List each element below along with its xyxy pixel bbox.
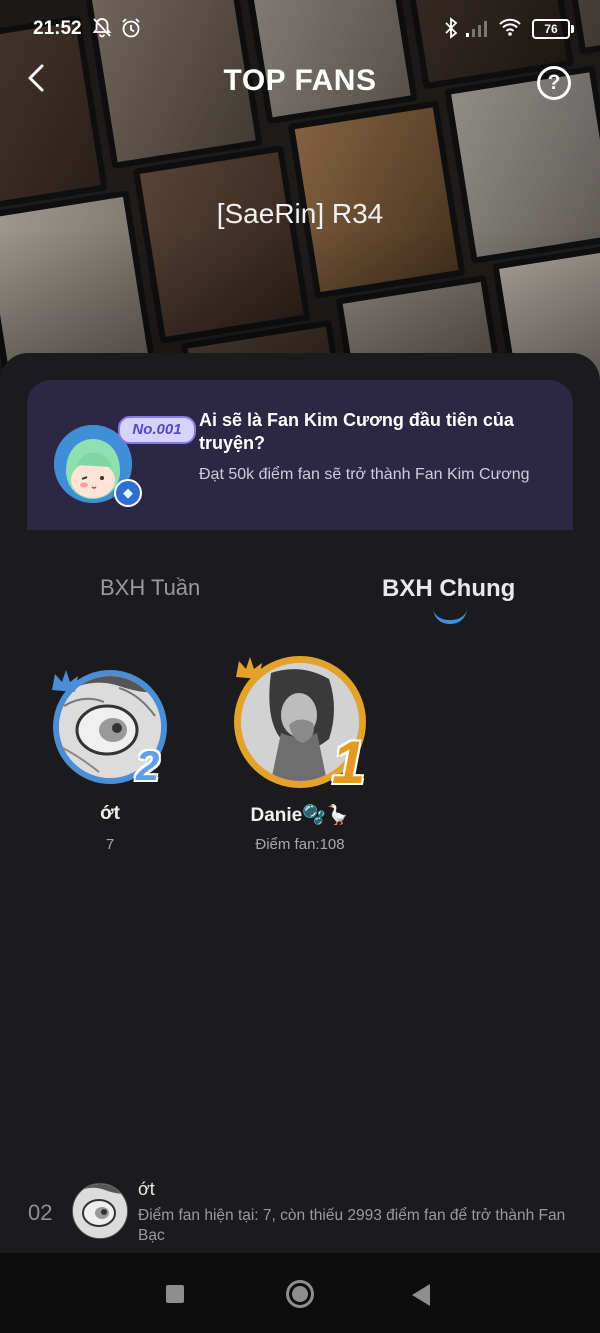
fan-name[interactable]: ớt <box>60 803 160 825</box>
alarm-icon <box>120 17 142 44</box>
story-name: [SaeRin] R34 <box>216 198 384 229</box>
help-button[interactable]: ? <box>537 66 571 100</box>
my-rank-position: 02 <box>28 1200 53 1225</box>
rank-number: 2 <box>136 742 160 789</box>
rank-badge: No.001 <box>118 416 196 444</box>
crown-icon <box>236 657 262 679</box>
status-bar: 21:52 76 <box>0 0 600 58</box>
rank-number: 1 <box>332 729 366 796</box>
my-name: ớt <box>138 1179 155 1199</box>
recents-button[interactable] <box>166 1285 184 1303</box>
battery-icon: 76 <box>532 19 574 39</box>
tab-weekly[interactable]: BXH Tuần <box>100 575 200 601</box>
my-points-description: Điểm fan hiện tại: 7, còn thiếu 2993 điể… <box>138 1207 566 1244</box>
fan-points: Điểm fan:108 <box>255 836 345 853</box>
signal-icon <box>465 20 489 43</box>
avatar <box>72 1183 128 1239</box>
home-button[interactable] <box>286 1280 314 1308</box>
banner-title: Ai sẽ là Fan Kim Cương đầu tiên của truy… <box>199 410 514 453</box>
fan-name[interactable]: Danie🫧🪿 <box>220 803 380 827</box>
wifi-icon <box>498 17 522 42</box>
crown-icon <box>52 670 78 692</box>
bell-off-icon <box>92 17 112 44</box>
tab-overall[interactable]: BXH Chung <box>382 575 515 603</box>
bluetooth-icon <box>443 17 459 44</box>
question-circle-icon: ? <box>547 71 561 94</box>
page-title: TOP FANS <box>223 64 377 97</box>
fan-points: 7 <box>105 836 115 853</box>
system-back-button[interactable] <box>412 1284 430 1306</box>
diamond-icon: ◆ <box>114 479 142 507</box>
status-time: 21:52 <box>33 18 82 39</box>
banner-subtitle: Đạt 50k điểm fan sẽ trở thành Fan Kim Cư… <box>199 466 530 483</box>
